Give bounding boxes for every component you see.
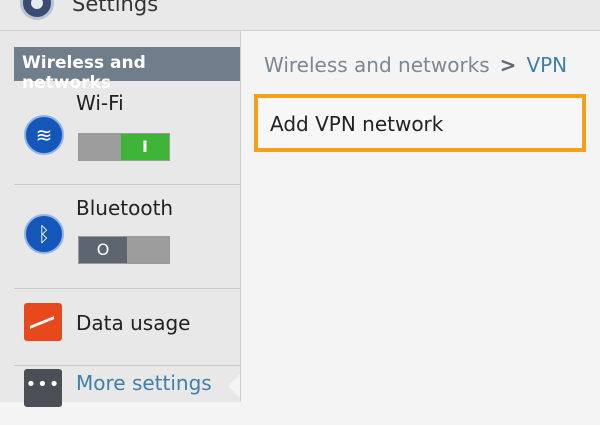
sidebar-item-bluetooth[interactable]: Bluetooth ᛒ O [14, 184, 240, 288]
selection-pointer [228, 374, 240, 398]
content-pane: Wireless and networks > VPN Add VPN networ… [241, 31, 600, 402]
data-usage-icon [24, 303, 62, 341]
breadcrumb-parent[interactable]: Wireless and networks [264, 53, 490, 77]
add-vpn-network-label: Add VPN network [270, 112, 444, 136]
breadcrumb: Wireless and networks > VPN [264, 53, 567, 77]
add-vpn-network-button[interactable]: Add VPN network [254, 94, 586, 152]
wifi-toggle[interactable]: I [78, 133, 170, 161]
more-icon: ••• [24, 369, 62, 407]
sidebar-item-label: Bluetooth [76, 196, 174, 220]
sidebar-item-label: Data usage [76, 311, 191, 335]
toggle-knob: O [79, 237, 127, 263]
sidebar-item-wifi[interactable]: Wi-Fi ≋ I [14, 83, 240, 183]
toggle-knob: I [121, 134, 169, 160]
sidebar-item-label: More settings [76, 371, 212, 395]
bluetooth-toggle[interactable]: O [78, 236, 170, 264]
breadcrumb-current: VPN [526, 53, 568, 77]
app-title: Settings [72, 0, 159, 16]
sidebar: Wireless and networks Wi-Fi ≋ I Bluetoot… [0, 31, 241, 407]
sidebar-item-more-settings[interactable]: ••• More settings [14, 365, 240, 425]
breadcrumb-separator-icon: > [499, 53, 517, 77]
sidebar-item-data-usage[interactable]: Data usage [14, 289, 240, 365]
settings-gear-icon[interactable] [20, 0, 54, 20]
sidebar-item-label: Wi-Fi [76, 91, 124, 115]
title-bar: Settings [0, 0, 600, 31]
section-header: Wireless and networks [14, 47, 240, 93]
bluetooth-icon: ᛒ [24, 214, 64, 254]
wifi-icon: ≋ [24, 115, 64, 155]
